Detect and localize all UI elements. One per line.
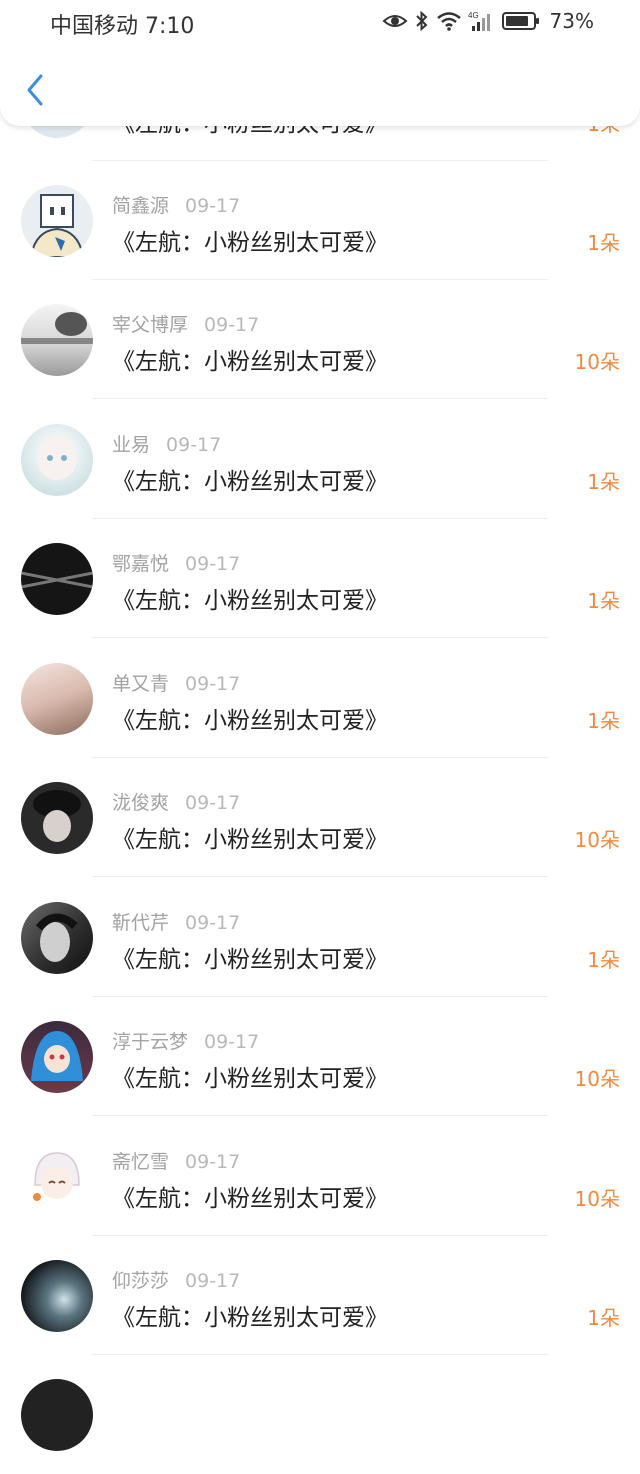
- battery-percent: 73%: [549, 9, 594, 33]
- book-title: 《左航：小粉丝别太可爱》: [112, 349, 388, 375]
- signal-4g-icon: 4G: [468, 11, 490, 31]
- avatar[interactable]: [21, 1379, 93, 1451]
- user-name: 宰父博厚: [112, 314, 189, 336]
- photo-avatar-icon: [35, 913, 78, 962]
- book-title: 《左航：小粉丝别太可爱》: [112, 1305, 388, 1331]
- meta: 淳于云梦 09-17: [112, 1027, 259, 1054]
- list-item[interactable]: 淳于云梦 09-17 《左航：小粉丝别太可爱》 10朵: [0, 997, 640, 1116]
- photo-avatar-icon: [33, 790, 81, 842]
- avatar[interactable]: [21, 782, 93, 854]
- avatar[interactable]: [21, 1260, 93, 1332]
- divider: [92, 637, 548, 638]
- wifi-icon: [436, 12, 461, 31]
- book-title: 《左航：小粉丝别太可爱》: [112, 947, 388, 973]
- battery-icon: [501, 12, 539, 30]
- avatar[interactable]: [21, 304, 93, 376]
- user-name: 简鑫源: [112, 195, 170, 217]
- book-title: 《左航：小粉丝别太可爱》: [112, 827, 388, 853]
- top-bar: 中国移动 7:10 4G 73%: [0, 0, 640, 126]
- user-name: 靳代芹: [112, 912, 170, 934]
- list-item[interactable]: 宰父博厚 09-17 《左航：小粉丝别太可爱》 10朵: [0, 280, 640, 399]
- flower-count: 1朵: [587, 948, 620, 972]
- date: 09-17: [185, 792, 241, 814]
- date: 09-17: [185, 912, 241, 934]
- meta: 仰莎莎 09-17: [112, 1266, 240, 1293]
- list-item[interactable]: 仰莎莎 09-17 《左航：小粉丝别太可爱》 1朵: [0, 1236, 640, 1355]
- avatar[interactable]: [21, 543, 93, 615]
- list-item[interactable]: 泷俊爽 09-17 《左航：小粉丝别太可爱》 10朵: [0, 758, 640, 877]
- user-name: 仰莎莎: [112, 1270, 170, 1292]
- divider: [92, 398, 548, 399]
- date: 09-17: [185, 673, 241, 695]
- date: 09-17: [185, 1151, 241, 1173]
- eye-icon: [382, 15, 408, 27]
- date: 09-17: [185, 195, 241, 217]
- date: 09-17: [166, 434, 222, 456]
- book-title: 《左航：小粉丝别太可爱》: [112, 1186, 388, 1212]
- chevron-left-icon: [27, 74, 43, 106]
- book-title: 《左航：小粉丝别太可爱》: [112, 708, 388, 734]
- meta: 业易 09-17: [112, 430, 221, 457]
- status-icons: 4G 73%: [382, 9, 594, 33]
- user-name: 泷俊爽: [112, 792, 170, 814]
- list-item[interactable]: 单又青 09-17 《左航：小粉丝别太可爱》 1朵: [0, 639, 640, 758]
- date: 09-17: [185, 553, 241, 575]
- list-item[interactable]: [0, 1355, 640, 1474]
- date: 09-17: [185, 1270, 241, 1292]
- flower-count: 1朵: [587, 470, 620, 494]
- user-name: 斋忆雪: [112, 1151, 170, 1173]
- user-name: 单又青: [112, 673, 170, 695]
- list-item[interactable]: 鄂嘉悦 09-17 《左航：小粉丝别太可爱》 1朵: [0, 519, 640, 638]
- date: 09-17: [204, 314, 260, 336]
- list-item[interactable]: 斋忆雪 09-17 《左航：小粉丝别太可爱》 10朵: [0, 1117, 640, 1236]
- flower-count: 10朵: [574, 828, 620, 852]
- book-title: 《左航：小粉丝别太可爱》: [112, 469, 388, 495]
- avatar[interactable]: [21, 424, 93, 496]
- divider: [92, 1115, 548, 1116]
- book-title: 《左航：小粉丝别太可爱》: [112, 230, 388, 256]
- user-name: 淳于云梦: [112, 1031, 189, 1053]
- list-item[interactable]: 业易 09-17 《左航：小粉丝别太可爱》 1朵: [0, 400, 640, 519]
- meta: 宰父博厚 09-17: [112, 310, 259, 337]
- user-name: 鄂嘉悦: [112, 553, 170, 575]
- flower-count: 1朵: [587, 589, 620, 613]
- back-button[interactable]: [20, 70, 50, 110]
- avatar[interactable]: [21, 663, 93, 735]
- date: 09-17: [204, 1031, 260, 1053]
- status-carrier-time: 中国移动 7:10: [50, 14, 195, 39]
- list-item[interactable]: 简鑫源 09-17 《左航：小粉丝别太可爱》 1朵: [0, 161, 640, 280]
- flower-count: 1朵: [587, 231, 620, 255]
- anime-avatar-icon: [31, 1031, 83, 1081]
- avatar[interactable]: [21, 1021, 93, 1093]
- svg-text:4G: 4G: [468, 11, 479, 20]
- meta: 简鑫源 09-17: [112, 191, 240, 218]
- meta: 斋忆雪 09-17: [112, 1147, 240, 1174]
- book-title: 《左航：小粉丝别太可爱》: [112, 1066, 388, 1092]
- book-title: 《左航：小粉丝别太可爱》: [112, 588, 388, 614]
- list-item[interactable]: 靳代芹 09-17 《左航：小粉丝别太可爱》 1朵: [0, 878, 640, 997]
- user-name: 业易: [112, 434, 151, 456]
- bluetooth-icon: [415, 10, 428, 32]
- anime-avatar-icon: [33, 1152, 80, 1201]
- avatar[interactable]: [21, 185, 93, 257]
- meta: 单又青 09-17: [112, 669, 240, 696]
- photo-avatar-icon: [21, 312, 93, 344]
- flower-count: 10朵: [574, 1187, 620, 1211]
- flower-count: 1朵: [587, 709, 620, 733]
- abstract-avatar-icon: [21, 571, 93, 589]
- meta: 鄂嘉悦 09-17: [112, 549, 240, 576]
- flower-count: 10朵: [574, 350, 620, 374]
- divider: [92, 876, 548, 877]
- doll-avatar-icon: [37, 436, 77, 480]
- avatar[interactable]: [21, 902, 93, 974]
- meta: 泷俊爽 09-17: [112, 788, 240, 815]
- flower-count: 10朵: [574, 1067, 620, 1091]
- cartoon-avatar-icon: [29, 194, 85, 257]
- avatar[interactable]: [21, 1141, 93, 1213]
- flower-count: 1朵: [587, 1306, 620, 1330]
- meta: 靳代芹 09-17: [112, 908, 240, 935]
